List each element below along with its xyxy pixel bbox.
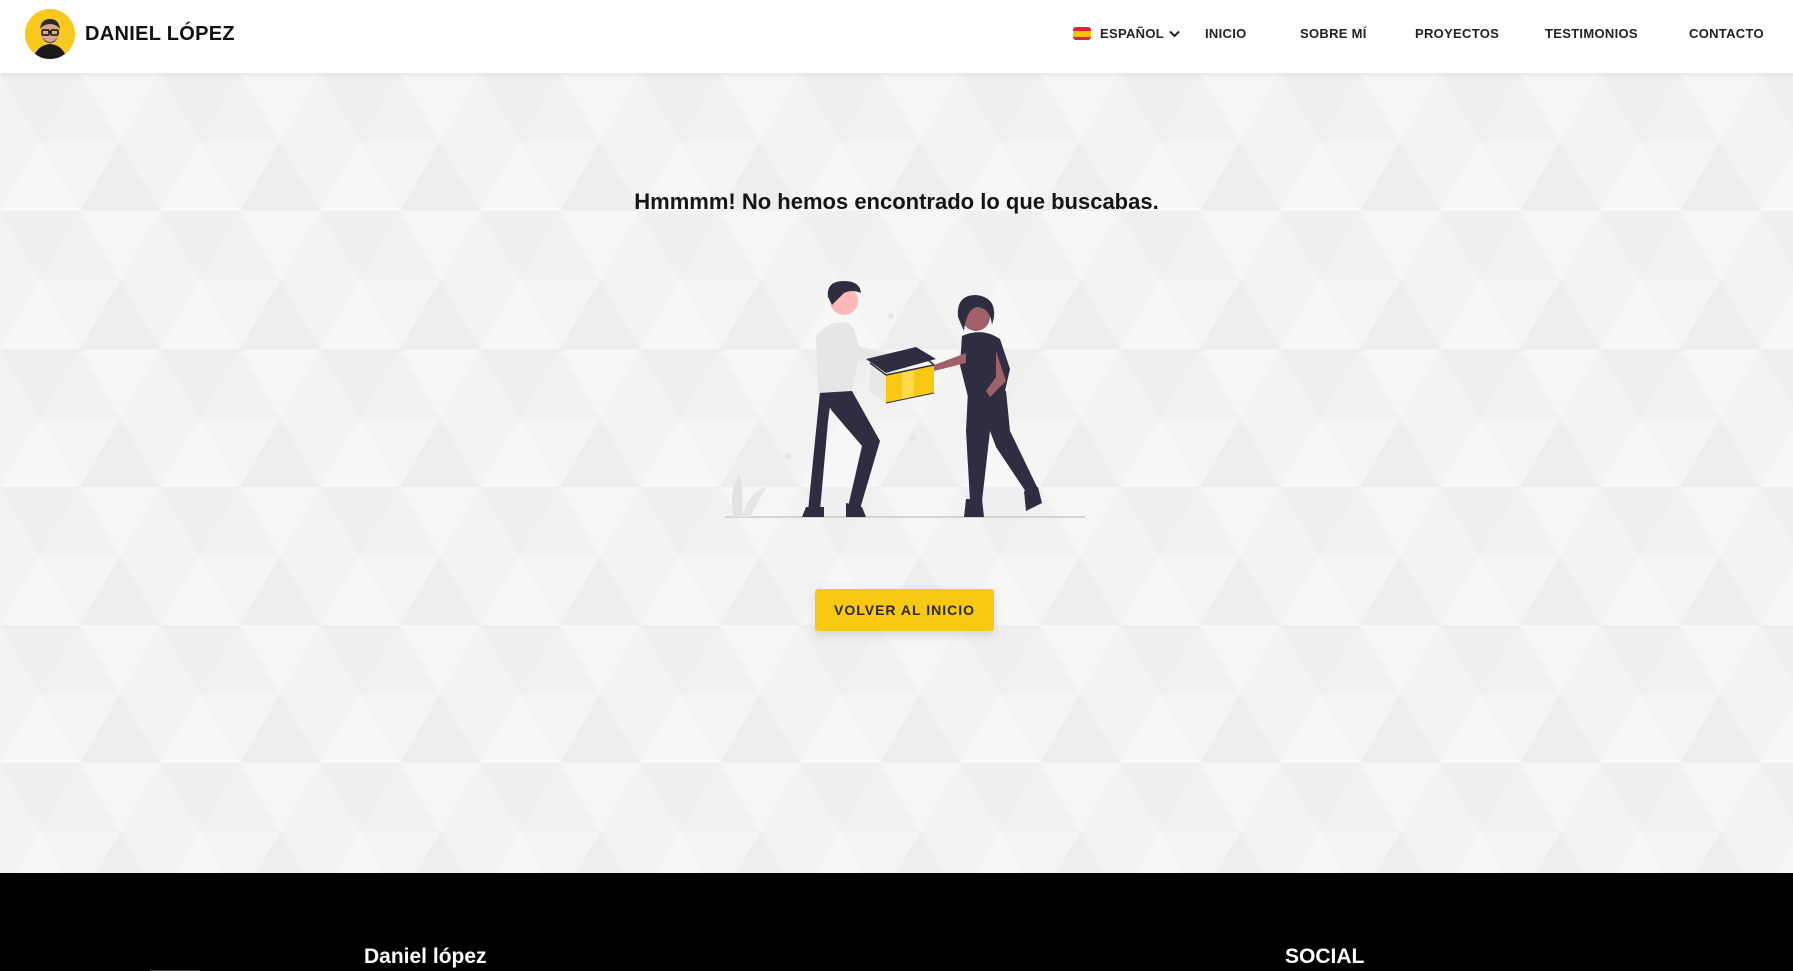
footer-social-heading: SOCIAL bbox=[1285, 945, 1365, 968]
language-selector[interactable]: ESPAÑOL bbox=[1073, 26, 1180, 41]
site-header: DANIEL LÓPEZ ESPAÑOL INICIO SOBRE MÍ PRO… bbox=[0, 0, 1793, 73]
nav-inicio[interactable]: INICIO bbox=[1205, 26, 1247, 41]
spain-flag-icon bbox=[1073, 27, 1091, 40]
nav-sobre-mi[interactable]: SOBRE MÍ bbox=[1300, 26, 1367, 41]
back-to-home-button[interactable]: VOLVER AL INICIO bbox=[815, 589, 994, 631]
nav-contacto[interactable]: CONTACTO bbox=[1689, 26, 1764, 41]
language-label: ESPAÑOL bbox=[1100, 26, 1164, 41]
footer-brand: Daniel lópez bbox=[364, 945, 487, 968]
page-title: Hmmmm! No hemos encontrado lo que buscab… bbox=[634, 189, 1159, 214]
nav-proyectos[interactable]: PROYECTOS bbox=[1415, 26, 1499, 41]
nav-testimonios[interactable]: TESTIMONIOS bbox=[1545, 26, 1638, 41]
avatar bbox=[25, 9, 75, 59]
not-found-section: Hmmmm! No hemos encontrado lo que buscab… bbox=[0, 73, 1793, 873]
site-footer: Daniel lópez SOCIAL bbox=[0, 873, 1793, 971]
brand-link[interactable]: DANIEL LÓPEZ bbox=[25, 9, 235, 59]
chevron-down-icon bbox=[1169, 26, 1180, 41]
brand-name: DANIEL LÓPEZ bbox=[85, 22, 235, 45]
gift-exchange-illustration bbox=[725, 281, 1085, 518]
